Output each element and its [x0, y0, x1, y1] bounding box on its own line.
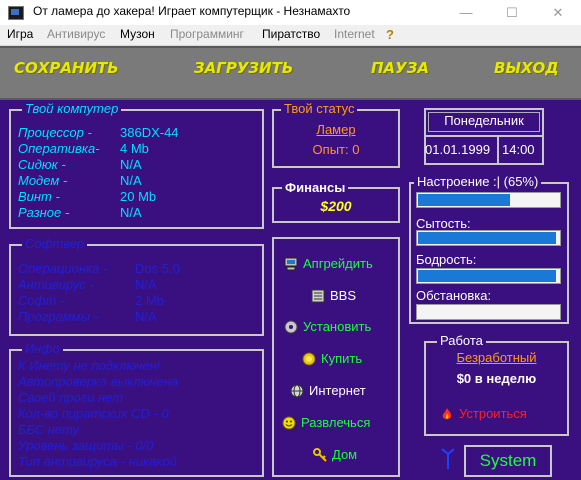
apply-job-label: Устроиться [459, 406, 527, 421]
environment-label: Обстановка: [416, 288, 492, 303]
finance-title: Финансы [282, 180, 349, 195]
menu-music[interactable]: Музон [120, 27, 155, 41]
programs-label: Программы - [18, 309, 99, 324]
info-line: Тип антивируса - никакой [18, 454, 177, 469]
info-title: Инфо [22, 341, 63, 356]
app-icon [8, 6, 24, 20]
smiley-icon [282, 416, 296, 430]
misc-label: Разное - [18, 205, 70, 220]
ram-value: 4 Mb [120, 141, 149, 156]
bbs-button[interactable]: BBS [311, 288, 356, 303]
save-button[interactable]: СОХРАНИТЬ [14, 59, 119, 77]
menu-antivirus[interactable]: Антивирус [47, 27, 105, 41]
antivirus-label: Антивирус - [18, 277, 94, 292]
window-title: От ламера до хакера! Играет компутерщик … [33, 4, 351, 18]
job-title: Работа [437, 333, 486, 348]
salary-value: $0 в неделю [456, 371, 537, 386]
date-value: 01.01.1999 [425, 142, 491, 157]
satiety-bar [416, 230, 561, 246]
cpu-value: 386DX-44 [120, 125, 179, 140]
upgrade-label: Апгрейдить [303, 256, 373, 271]
info-line: К Инету не подключён! [18, 358, 161, 373]
cpu-label: Процессор - [18, 125, 92, 140]
environment-bar [416, 304, 561, 320]
satiety-bar-fill [418, 232, 556, 244]
info-line: Автопроверка выключена [18, 374, 179, 389]
minimize-button[interactable]: — [443, 0, 489, 25]
bbs-label: BBS [330, 288, 357, 303]
modem-value: N/A [120, 173, 142, 188]
vigor-label: Бодрость: [416, 252, 477, 267]
info-line: ББС нету [18, 422, 79, 437]
exit-button[interactable]: ВЫХОД [494, 59, 559, 77]
menu-programming[interactable]: Программинг [170, 27, 244, 41]
cdrom-value: N/A [120, 157, 142, 172]
close-button[interactable]: ✕ [535, 0, 581, 25]
pause-button[interactable]: ПАУЗА [371, 59, 429, 77]
mood-bar-fill [418, 194, 510, 206]
vigor-bar-fill [418, 270, 556, 282]
upgrade-button[interactable]: Апгрейдить [284, 256, 373, 271]
menu-game[interactable]: Игра [7, 27, 33, 41]
coin-icon [302, 352, 316, 366]
soft-value: 2 Mb [135, 293, 164, 308]
day-of-week: Понедельник [444, 113, 524, 128]
vigor-bar [416, 268, 561, 284]
info-line: Кол-во пиратских CD - 0 [18, 406, 169, 421]
entertain-button[interactable]: Развлечься [282, 415, 370, 430]
install-label: Установить [303, 319, 372, 334]
time-value: 14:00 [502, 142, 535, 157]
computer-title: Твой компутер [22, 101, 122, 116]
help-icon[interactable]: ? [386, 27, 394, 42]
status-title: Твой статус [281, 101, 358, 116]
bbs-icon [311, 289, 325, 303]
misc-value: N/A [120, 205, 142, 220]
divider [424, 135, 544, 137]
cdrom-label: Сидюк - [18, 157, 66, 172]
menu-internet[interactable]: Internet [334, 27, 375, 41]
os-label: Операционка - [18, 261, 108, 276]
buy-label: Купить [321, 351, 363, 366]
soft-label: Софт - [18, 293, 65, 308]
job-status-link[interactable]: Безработный [424, 350, 569, 365]
mood-bar [416, 192, 561, 208]
fire-icon [440, 407, 454, 421]
hdd-label: Винт - [18, 189, 60, 204]
antivirus-value: N/A [135, 277, 157, 292]
divider [497, 137, 499, 165]
finance-amount: $200 [320, 198, 352, 214]
maximize-button[interactable]: ☐ [489, 0, 535, 25]
info-line: Уровень защиты - 0/0 [18, 438, 154, 453]
satiety-label: Сытость: [416, 216, 471, 231]
load-button[interactable]: ЗАГРУЗИТЬ [194, 59, 293, 77]
install-button[interactable]: Установить [284, 319, 371, 334]
key-icon [313, 447, 327, 462]
internet-label: Интернет [309, 383, 366, 398]
status-panel [272, 109, 400, 168]
hdd-value: 20 Mb [120, 189, 157, 204]
mood-title: Настроение :| (65%) [414, 174, 542, 189]
info-line: Своей проги нет [18, 390, 124, 405]
buy-button[interactable]: Купить [302, 351, 362, 366]
globe-icon [290, 384, 304, 398]
system-button[interactable]: System [464, 445, 552, 477]
rank-link[interactable]: Ламер [272, 122, 400, 137]
antenna-icon [441, 448, 455, 470]
modem-label: Модем - [18, 173, 68, 188]
internet-button[interactable]: Интернет [290, 383, 366, 398]
software-title: Софтвер [22, 236, 88, 251]
apply-job-button[interactable]: Устроиться [440, 406, 527, 421]
disc-icon [284, 320, 298, 334]
computer-icon [284, 257, 298, 271]
experience-value: Опыт: 0 [312, 142, 360, 157]
menu-piracy[interactable]: Пиратство [262, 27, 320, 41]
os-value: Dos 5.0 [135, 261, 180, 276]
programs-value: N/A [135, 309, 157, 324]
home-label: Дом [332, 447, 358, 462]
entertain-label: Развлечься [301, 415, 371, 430]
home-button[interactable]: Дом [313, 447, 357, 462]
ram-label: Оперативка- [18, 141, 100, 156]
